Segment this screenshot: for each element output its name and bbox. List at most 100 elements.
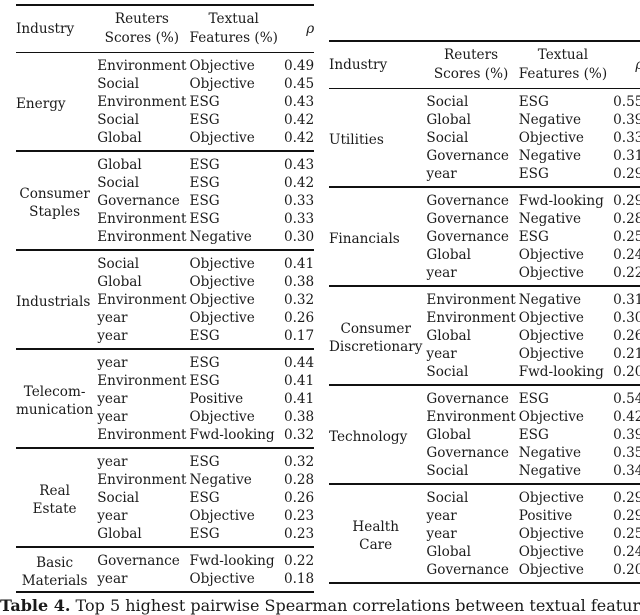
textual-feature-cell: Negative bbox=[518, 445, 581, 461]
rho-cell: 0.31 bbox=[613, 148, 640, 164]
industry-cell: Telecom-munication bbox=[16, 349, 97, 448]
header-textual-line1: Textual bbox=[537, 47, 589, 63]
textual-feature-cell: Negative bbox=[189, 472, 252, 488]
rho-cell: 0.49 bbox=[283, 58, 315, 74]
table-row: Telecom-munication year ESG 0.44 bbox=[16, 349, 315, 418]
textual-feature-cell: ESG bbox=[189, 454, 220, 470]
reuters-score-cell: year bbox=[426, 526, 457, 542]
industry-label: Technology bbox=[329, 428, 408, 445]
industry-label: Estate bbox=[32, 500, 77, 517]
industry-label: Utilities bbox=[329, 131, 384, 148]
industry-label: Materials bbox=[21, 572, 88, 589]
reuters-score-cell: Global bbox=[426, 247, 471, 263]
correlation-table-right: Industry Reuters Scores (%) Textual Feat… bbox=[329, 40, 640, 584]
rho-cell: 0.30 bbox=[613, 310, 640, 326]
industry-label: munication bbox=[16, 401, 94, 418]
industry-cell: Financials bbox=[329, 187, 426, 286]
table-body-right: Utilities Social ESG 0.55 Global Negative 0.39… bbox=[329, 89, 640, 584]
table-row: Health Care Social Objective 0.29 bbox=[329, 484, 640, 553]
rho-cell: 0.24 bbox=[613, 247, 640, 263]
header-industry: Industry bbox=[16, 20, 75, 37]
textual-feature-cell: Fwd-looking bbox=[518, 364, 604, 380]
reuters-score-cell: Environment bbox=[97, 58, 187, 74]
reuters-score-cell: Governance bbox=[426, 193, 509, 209]
rho-cell: 0.31 bbox=[613, 292, 640, 308]
table-row: Technology Governance ESG 0.54 bbox=[329, 385, 640, 445]
textual-feature-cell: ESG bbox=[189, 355, 220, 371]
industry-label: Care bbox=[359, 536, 393, 553]
rho-cell: 0.29 bbox=[613, 166, 640, 182]
textual-feature-cell: Objective bbox=[518, 130, 584, 146]
industry-label: Health bbox=[352, 518, 399, 535]
reuters-score-cell: year bbox=[97, 391, 128, 407]
rho-cell: 0.41 bbox=[283, 373, 315, 389]
rho-cell: 0.42 bbox=[613, 409, 640, 425]
textual-feature-cell: Objective bbox=[189, 274, 255, 290]
industry-label: Discretionary bbox=[329, 338, 423, 355]
textual-feature-cell: Objective bbox=[518, 247, 584, 263]
industry-cell: Health Care bbox=[329, 484, 426, 583]
rho-cell: 0.38 bbox=[283, 409, 315, 425]
reuters-score-cell: Global bbox=[426, 427, 471, 443]
industry-cell: Basic Materials bbox=[16, 547, 97, 592]
reuters-score-cell: Social bbox=[426, 490, 469, 506]
reuters-score-cell: Environment bbox=[97, 229, 187, 245]
reuters-score-cell: year bbox=[97, 310, 128, 326]
reuters-score-cell: year bbox=[97, 454, 128, 470]
reuters-score-cell: Social bbox=[426, 364, 469, 380]
industry-label: Consumer bbox=[19, 185, 90, 202]
header-reuters-line2: Scores (%) bbox=[104, 30, 180, 46]
caption-text: Top 5 highest pairwise Spearman correlat… bbox=[70, 596, 640, 615]
rho-cell: 0.28 bbox=[613, 211, 640, 227]
textual-feature-cell: ESG bbox=[518, 229, 549, 245]
rho-cell: 0.29 bbox=[613, 508, 640, 524]
header-textual-line1: Textual bbox=[208, 11, 259, 27]
textual-feature-cell: Objective bbox=[189, 409, 255, 425]
reuters-score-cell: Governance bbox=[426, 562, 509, 578]
rho-cell: 0.54 bbox=[613, 391, 640, 407]
reuters-score-cell: Global bbox=[426, 328, 471, 344]
rho-cell: 0.42 bbox=[283, 175, 315, 191]
header-rho: ρ bbox=[613, 41, 640, 89]
textual-feature-cell: Objective bbox=[518, 526, 584, 542]
header-textual-line2: Features (%) bbox=[189, 30, 278, 46]
industry-cell: Consumer Staples bbox=[16, 151, 97, 250]
table-caption: Table 4. Top 5 highest pairwise Spearman… bbox=[0, 596, 640, 615]
textual-feature-cell: Objective bbox=[518, 346, 584, 362]
table-row: Real Estate year ESG 0.32 bbox=[16, 448, 315, 517]
textual-feature-cell: Objective bbox=[518, 562, 584, 578]
rho-cell: 0.33 bbox=[283, 193, 315, 209]
table-row: Consumer Staples Global ESG 0.43 bbox=[16, 151, 315, 220]
industry-cell: Real Estate bbox=[16, 448, 97, 547]
textual-feature-cell: Objective bbox=[189, 76, 255, 92]
rho-cell: 0.41 bbox=[283, 391, 315, 407]
table-row: Energy Environment Objective 0.49 bbox=[16, 53, 315, 112]
rho-cell: 0.20 bbox=[613, 562, 640, 578]
textual-feature-cell: ESG bbox=[189, 157, 220, 173]
header-textual-features: Textual Features (%) bbox=[519, 41, 613, 89]
reuters-score-cell: year bbox=[426, 508, 457, 524]
textual-feature-cell: Positive bbox=[189, 391, 244, 407]
reuters-score-cell: Environment bbox=[97, 373, 187, 389]
table-row: Consumer Discretionary Environment Negative… bbox=[329, 286, 640, 355]
textual-feature-cell: Objective bbox=[189, 508, 255, 524]
reuters-score-cell: year bbox=[97, 571, 128, 587]
reuters-score-cell: year bbox=[97, 508, 128, 524]
reuters-score-cell: year bbox=[97, 328, 128, 344]
textual-feature-cell: Objective bbox=[518, 265, 584, 281]
rho-cell: 0.24 bbox=[613, 544, 640, 560]
textual-feature-cell: Objective bbox=[518, 328, 584, 344]
textual-feature-cell: Negative bbox=[518, 112, 581, 128]
rho-cell: 0.32 bbox=[283, 454, 315, 470]
rho-cell: 0.43 bbox=[283, 157, 315, 173]
industry-cell: Consumer Discretionary bbox=[329, 286, 426, 385]
table-header-row: Industry Reuters Scores (%) Textual Feat… bbox=[16, 5, 315, 53]
reuters-score-cell: Global bbox=[97, 157, 142, 173]
textual-feature-cell: Objective bbox=[518, 310, 584, 326]
textual-feature-cell: ESG bbox=[189, 211, 220, 227]
textual-feature-cell: Objective bbox=[189, 571, 255, 587]
header-textual-features: Textual Features (%) bbox=[190, 5, 284, 53]
rho-cell: 0.29 bbox=[613, 490, 640, 506]
reuters-score-cell: Social bbox=[426, 463, 469, 479]
textual-feature-cell: Objective bbox=[189, 58, 255, 74]
